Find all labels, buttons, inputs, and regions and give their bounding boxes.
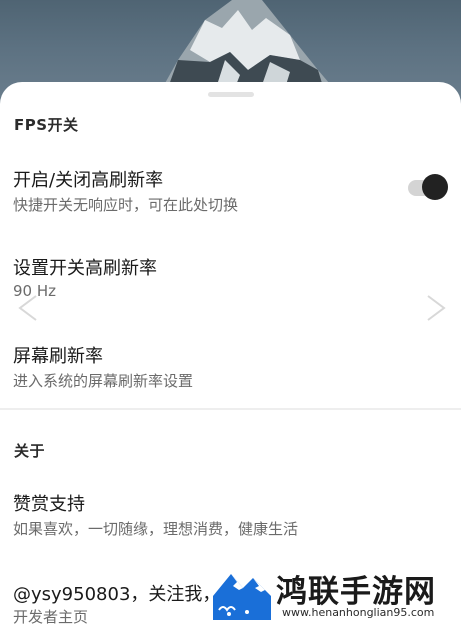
sheet-drag-handle[interactable] — [208, 92, 254, 97]
chevron-right-icon[interactable] — [424, 294, 448, 322]
row-title: 屏幕刷新率 — [13, 346, 103, 367]
section-divider — [0, 408, 461, 410]
toggle-knob — [422, 174, 448, 200]
watermark-title: 鸿联手游网 — [276, 574, 436, 610]
row-subtitle: 进入系统的屏幕刷新率设置 — [13, 372, 194, 390]
section-header-fps: FPS开关 — [14, 116, 79, 134]
row-title: 设置开关高刷新率 — [13, 258, 157, 279]
row-set-refresh-rate[interactable]: 设置开关高刷新率 90 Hz — [0, 250, 461, 310]
row-subtitle: 快捷开关无响应时，可在此处切换 — [13, 196, 239, 214]
row-title: @ysy950803，关注我， — [13, 584, 221, 605]
row-subtitle: 如果喜欢，一切随缘，理想消费，健康生活 — [13, 520, 299, 538]
row-toggle-high-refresh[interactable]: 开启/关闭高刷新率 快捷开关无响应时，可在此处切换 — [0, 162, 461, 222]
section-header-about: 关于 — [14, 442, 46, 460]
row-subtitle: 开发者主页 — [13, 608, 89, 626]
watermark-url: www.henanhonglian95.com — [282, 606, 435, 619]
chevron-left-icon[interactable] — [16, 294, 40, 322]
row-title: 开启/关闭高刷新率 — [13, 170, 164, 191]
settings-sheet: FPS开关 开启/关闭高刷新率 快捷开关无响应时，可在此处切换 设置开关高刷新率… — [0, 82, 461, 626]
mountain-logo-icon — [213, 566, 271, 620]
row-support[interactable]: 赞赏支持 如果喜欢，一切随缘，理想消费，健康生活 — [0, 486, 461, 546]
high-refresh-toggle[interactable] — [408, 174, 448, 200]
row-screen-refresh-rate[interactable]: 屏幕刷新率 进入系统的屏幕刷新率设置 — [0, 338, 461, 398]
row-title: 赞赏支持 — [13, 494, 85, 515]
